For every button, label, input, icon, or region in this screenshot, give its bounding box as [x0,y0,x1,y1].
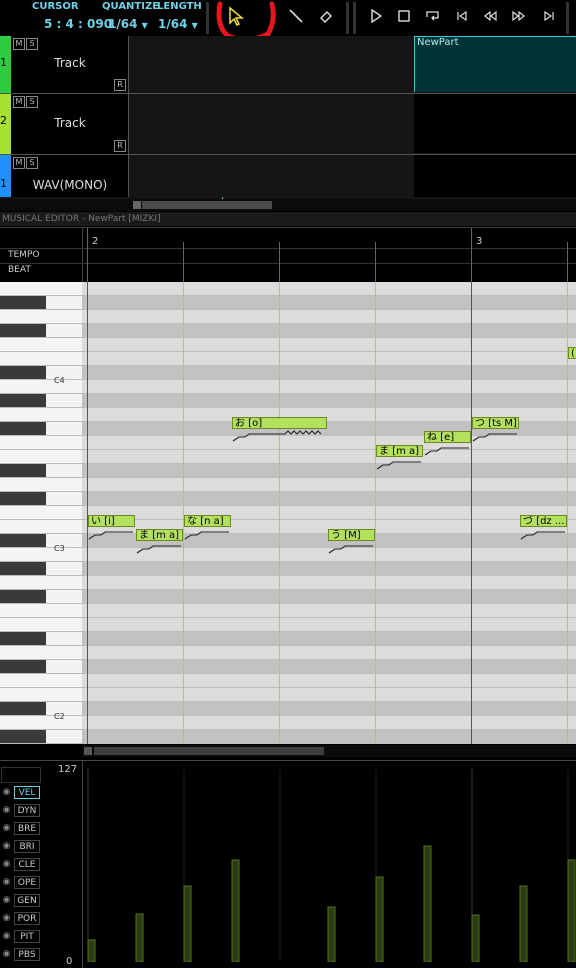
control-param-vel[interactable]: VEL [14,786,40,799]
control-param-bre[interactable]: BRE [14,822,40,835]
visibility-eye-icon[interactable]: ◉ [1,930,12,943]
scroll-left-arrow[interactable] [84,747,92,755]
velocity-bar[interactable] [519,885,528,962]
visibility-eye-icon[interactable]: ◉ [1,858,12,871]
control-param-gen[interactable]: GEN [14,894,40,907]
visibility-eye-icon[interactable]: ◉ [1,894,12,907]
velocity-bar[interactable] [135,913,144,962]
control-param-pbs[interactable]: PBS [14,948,40,961]
control-param-ope[interactable]: OPE [14,876,40,889]
velocity-bar[interactable] [231,859,240,962]
control-param-por[interactable]: POR [14,912,40,925]
control-value-box[interactable] [1,767,41,783]
velocity-bar[interactable] [471,914,480,962]
velocity-bar[interactable] [327,906,336,962]
editor-scrollbar[interactable] [82,745,576,757]
velocity-bar[interactable] [375,876,384,962]
control-param-cle[interactable]: CLE [14,858,40,871]
control-param-bri[interactable]: BRI [14,840,40,853]
visibility-eye-icon[interactable]: ◉ [1,804,12,817]
control-min-value: 0 [66,956,73,967]
visibility-eye-icon[interactable]: ◉ [1,840,12,853]
scrollbar-thumb[interactable] [94,747,324,755]
velocity-bar[interactable] [87,939,96,962]
velocity-graph[interactable] [83,769,576,962]
visibility-eye-icon[interactable]: ◉ [1,876,12,889]
control-max-value: 127 [58,764,78,775]
visibility-eye-icon[interactable]: ◉ [1,786,12,799]
velocity-bar[interactable] [183,885,192,962]
visibility-eye-icon[interactable]: ◉ [1,948,12,961]
velocity-bar[interactable] [423,845,432,962]
velocity-bar[interactable] [567,859,576,962]
visibility-eye-icon[interactable]: ◉ [1,912,12,925]
visibility-eye-icon[interactable]: ◉ [1,822,12,835]
control-param-pit[interactable]: PIT [14,930,40,943]
control-param-dyn[interactable]: DYN [14,804,40,817]
